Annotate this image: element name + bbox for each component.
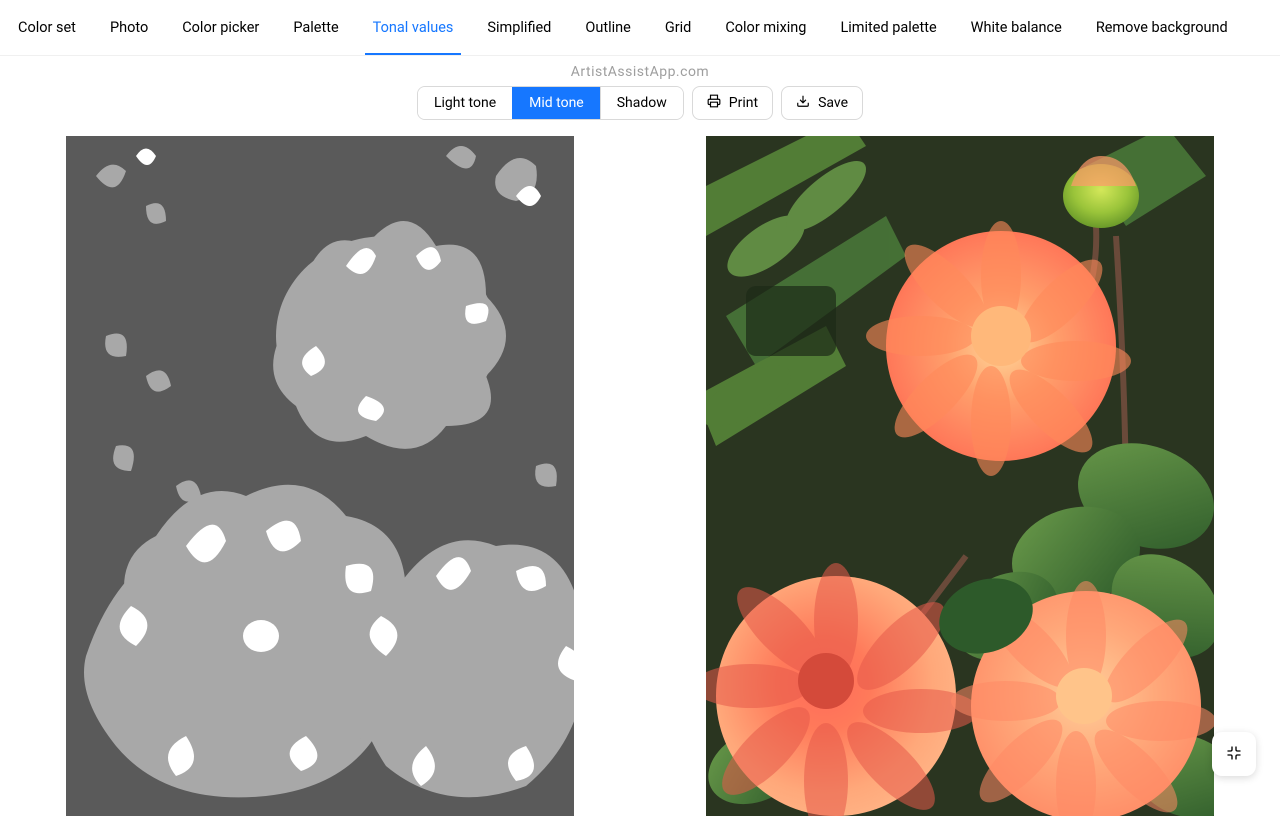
photo-panel[interactable] <box>706 136 1214 816</box>
tonal-panel[interactable] <box>66 136 574 816</box>
panels <box>0 120 1280 816</box>
print-icon <box>707 94 721 112</box>
save-label: Save <box>818 95 848 111</box>
app-watermark: ArtistAssistApp.com <box>0 64 1280 80</box>
tab-color-picker[interactable]: Color picker <box>182 1 259 54</box>
tab-photo[interactable]: Photo <box>110 1 148 54</box>
tab-palette[interactable]: Palette <box>293 1 338 54</box>
tone-segmented: Light tone Mid tone Shadow <box>417 86 684 120</box>
tab-color-set[interactable]: Color set <box>18 1 76 54</box>
tab-color-mixing[interactable]: Color mixing <box>725 1 806 54</box>
print-label: Print <box>729 95 758 111</box>
save-button[interactable]: Save <box>781 86 863 120</box>
photo-svg <box>706 136 1214 816</box>
tab-simplified[interactable]: Simplified <box>487 1 551 54</box>
tab-white-balance[interactable]: White balance <box>971 1 1062 54</box>
print-button[interactable]: Print <box>692 86 773 120</box>
tone-mid[interactable]: Mid tone <box>512 87 600 119</box>
tab-grid[interactable]: Grid <box>665 1 692 54</box>
main-tabs: Color set Photo Color picker Palette Ton… <box>0 0 1280 56</box>
tab-remove-background[interactable]: Remove background <box>1096 1 1228 54</box>
tab-limited-palette[interactable]: Limited palette <box>840 1 936 54</box>
tab-outline[interactable]: Outline <box>585 1 630 54</box>
download-icon <box>796 94 810 112</box>
tone-light[interactable]: Light tone <box>418 87 512 119</box>
toolbar: Light tone Mid tone Shadow Print Save <box>0 86 1280 120</box>
fullscreen-exit-icon <box>1226 745 1242 764</box>
tonal-svg <box>66 136 574 816</box>
tone-shadow[interactable]: Shadow <box>600 87 683 119</box>
fullscreen-exit-button[interactable] <box>1212 732 1256 776</box>
tab-tonal-values[interactable]: Tonal values <box>373 1 454 54</box>
